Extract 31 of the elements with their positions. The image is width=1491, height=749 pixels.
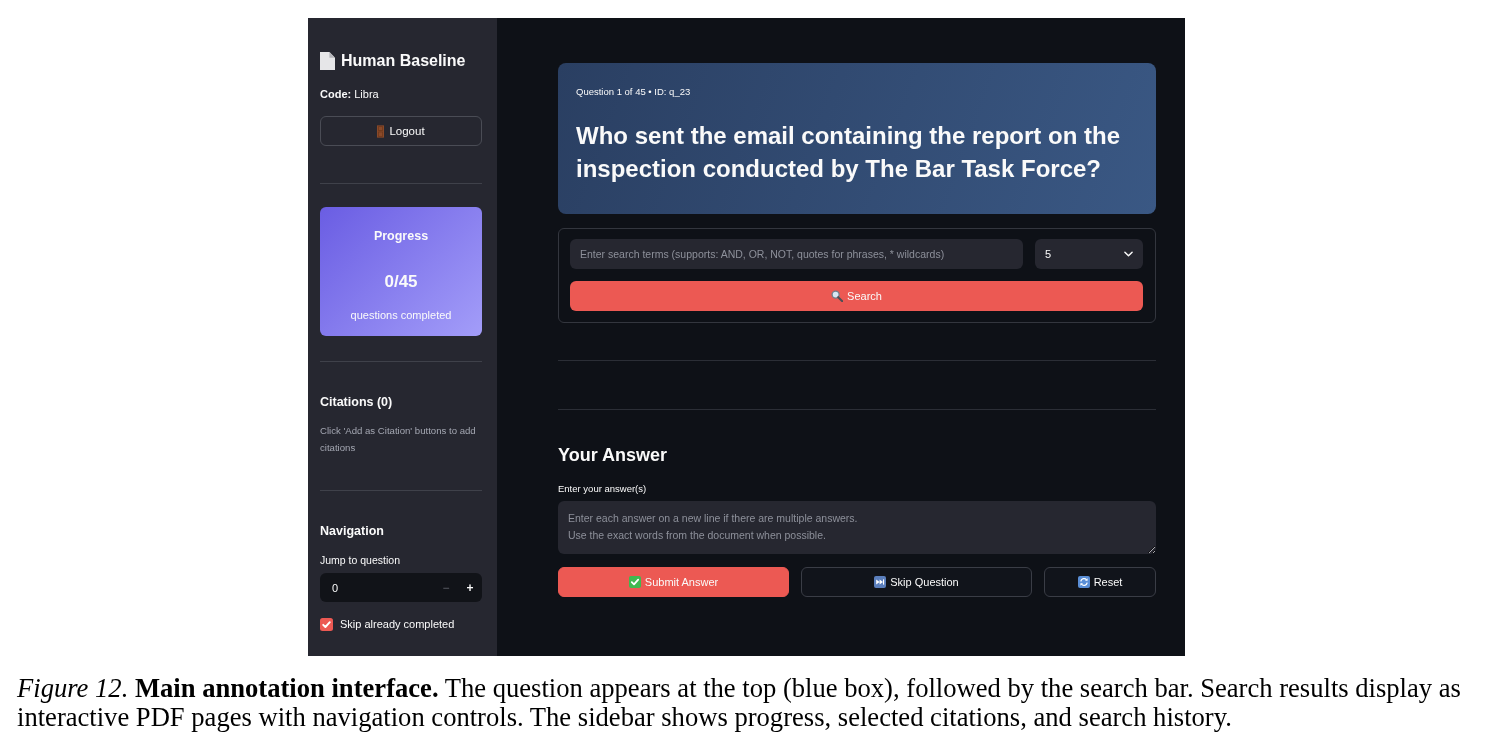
jump-to-question-label: Jump to question [320, 553, 401, 567]
page-icon [320, 52, 335, 70]
citations-heading: Citations (0) [320, 394, 394, 410]
skip-question-button[interactable]: Skip Question [801, 567, 1032, 597]
check-icon [628, 576, 641, 588]
answer-field-label: Enter your answer(s) [558, 482, 648, 496]
answer-heading: Your Answer [558, 444, 669, 467]
jump-to-question-field[interactable]: 0 [320, 573, 434, 602]
results-count-select[interactable]: 5 [1035, 239, 1143, 269]
skip-completed-label: Skip already completed [340, 617, 455, 631]
citations-hint: Click 'Add as Citation' buttons to add citations [320, 424, 477, 455]
increment-button[interactable]: + [458, 573, 482, 602]
search-field[interactable]: Enter search terms (supports: AND, OR, NOT, quotes for phrases, * wildcards) [570, 239, 1023, 269]
progress-count: 0/45 [384, 271, 418, 293]
answer-field[interactable]: Enter each answer on a new line if there are multiple answers. Use the exact words from the document when possible. [558, 501, 1156, 554]
progress-caption: questions completed [350, 308, 452, 322]
reset-button[interactable]: Reset [1044, 567, 1156, 597]
app-title: Human Baseline [341, 51, 466, 71]
chevron-down-icon [1124, 251, 1133, 257]
skip-completed-checkbox[interactable] [320, 617, 333, 631]
logout-button[interactable]: Logout [320, 116, 482, 146]
access-code-text: Code: Libra [320, 87, 380, 101]
search-icon [831, 290, 844, 302]
question-text: Who sent the email containing the report on the inspection conducted by The Bar Task Force? [576, 121, 1122, 184]
figure-caption: Figure 12. Main annotation interface. The question appears at the top (blue box), followed by the search bar. Search results display as interactive PDF pages with navigation controls. The sidebar shows progress, selected citations, and search history. [17, 674, 1462, 732]
progress-heading: Progress [373, 228, 429, 244]
question-meta: Question 1 of 45 • ID: q_23 [576, 85, 692, 99]
refresh-icon [1077, 576, 1090, 588]
fast-forward-icon [874, 576, 887, 588]
navigation-heading: Navigation [320, 523, 385, 539]
door-icon [377, 124, 385, 138]
